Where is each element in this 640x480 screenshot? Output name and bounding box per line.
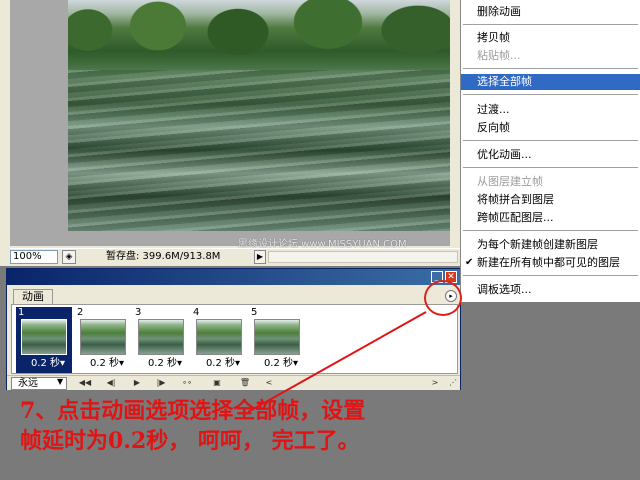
- caption-line-1: 7、点击动画选项选择全部帧，设置: [20, 398, 366, 424]
- tutorial-caption: 7、点击动画选项选择全部帧，设置 帧延时为0.2秒， 呵呵， 完工了。: [20, 396, 620, 456]
- caption-line-2: 帧延时为0.2秒， 呵呵， 完工了。: [20, 428, 360, 454]
